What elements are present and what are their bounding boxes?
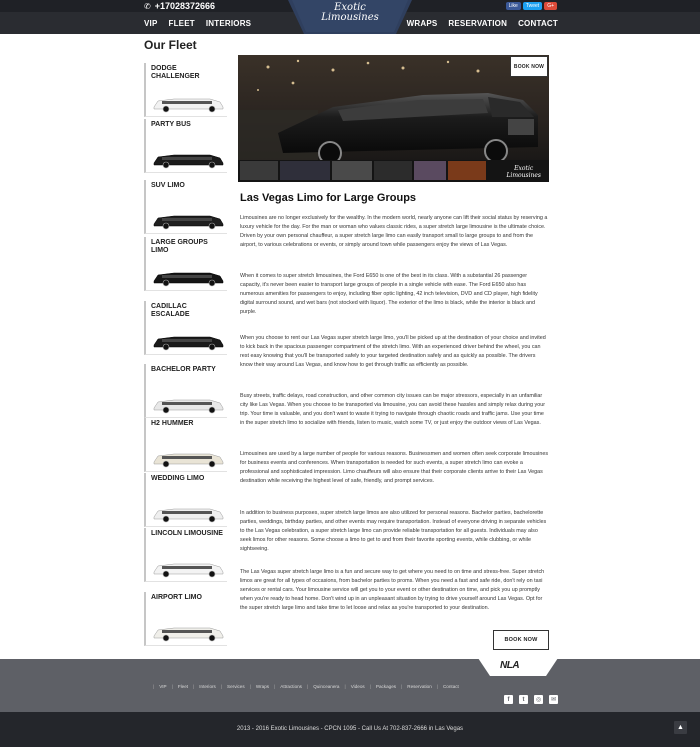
fleet-item-label: WEDDING LIMO bbox=[151, 475, 205, 482]
nav-contact[interactable]: CONTACT bbox=[518, 19, 558, 28]
footer-link[interactable]: Videos bbox=[351, 684, 365, 689]
nav-vip[interactable]: VIP bbox=[144, 19, 158, 28]
footer-link[interactable]: Wraps bbox=[256, 684, 269, 689]
article-paragraph: When you choose to rent our Las Vegas su… bbox=[240, 335, 546, 368]
article-book-now-button[interactable]: BOOK NOW bbox=[493, 630, 549, 650]
footer-link[interactable]: Contact bbox=[443, 684, 459, 689]
fleet-item[interactable]: BACHELOR PARTY bbox=[144, 364, 227, 418]
footer-link-separator: | bbox=[274, 684, 276, 689]
footer-link-separator: | bbox=[306, 684, 309, 689]
fleet-item[interactable]: LARGE GROUPS LIMO bbox=[144, 237, 227, 291]
nav-reservation[interactable]: RESERVATION bbox=[448, 19, 507, 28]
fleet-item-label: DODGE CHALLENGER bbox=[151, 65, 200, 80]
fleet-item-label: CADILLAC ESCALADE bbox=[151, 303, 190, 318]
fleet-vehicle-image bbox=[153, 563, 224, 578]
article-paragraph: Limousines are no longer exclusively for… bbox=[240, 215, 548, 248]
article-paragraph: The Las Vegas super stretch large limo i… bbox=[240, 569, 545, 611]
footer-link-separator: | bbox=[401, 684, 403, 689]
twitter-icon[interactable]: t bbox=[519, 695, 528, 704]
social-share-buttons: Like Tweet G+ bbox=[505, 2, 557, 10]
footer-link[interactable]: VIP bbox=[159, 684, 166, 689]
article-paragraph: Limousines are used by a large number of… bbox=[240, 451, 549, 484]
footer-link[interactable]: Reservation bbox=[407, 684, 432, 689]
fleet-vehicle-image bbox=[153, 336, 224, 351]
fleet-item[interactable]: LINCOLN LIMOUSINE bbox=[144, 528, 227, 582]
fleet-item-label: H2 HUMMER bbox=[151, 420, 194, 427]
nav-right: WRAPS RESERVATION CONTACT bbox=[407, 12, 558, 34]
nav-interiors[interactable]: INTERIORS bbox=[206, 19, 251, 28]
fleet-item[interactable]: DODGE CHALLENGER bbox=[144, 63, 227, 117]
fleet-vehicle-image bbox=[153, 154, 224, 169]
footer-link[interactable]: Services bbox=[227, 684, 245, 689]
fleet-item-label: SUV LIMO bbox=[151, 182, 185, 189]
hero-watermark-line-1: Exotic bbox=[514, 165, 534, 172]
site-logo[interactable]: Exotic Limousines bbox=[288, 0, 412, 34]
article-paragraph: When it comes to super stretch limousine… bbox=[240, 273, 538, 315]
instagram-icon[interactable]: ◎ bbox=[534, 695, 543, 704]
nav-wraps[interactable]: WRAPS bbox=[407, 19, 438, 28]
article-title: Las Vegas Limo for Large Groups bbox=[240, 192, 417, 204]
footer-link-separator: | bbox=[171, 684, 173, 689]
footer-nav: | VIP | Fleet | Interiors | Services | Wraps | Attr… bbox=[148, 684, 459, 689]
fleet-vehicle-image bbox=[153, 98, 224, 113]
footer-link[interactable]: Attractions bbox=[280, 684, 302, 689]
fleet-item[interactable]: AIRPORT LIMO bbox=[144, 592, 227, 646]
footer-link-separator: | bbox=[193, 684, 195, 689]
fleet-vehicle-image bbox=[153, 508, 224, 523]
footer-social: f t ◎ ✉ bbox=[504, 695, 558, 704]
footer-link[interactable]: Fleet bbox=[178, 684, 188, 689]
fleet-vehicle-image bbox=[153, 627, 224, 642]
fleet-item-label: BACHELOR PARTY bbox=[151, 366, 216, 373]
google-plus-button[interactable]: G+ bbox=[544, 2, 557, 10]
footer-link-separator: | bbox=[220, 684, 223, 689]
fleet-item[interactable]: H2 HUMMER bbox=[144, 418, 227, 472]
facebook-icon[interactable]: f bbox=[504, 695, 513, 704]
nav-left: VIP FLEET INTERIORS bbox=[144, 12, 251, 34]
article-paragraph: In addition to business purposes, super … bbox=[240, 510, 547, 552]
hero-watermark-line-2: Limousines bbox=[506, 172, 541, 179]
fleet-item-label: PARTY BUS bbox=[151, 121, 191, 128]
fleet-item[interactable]: WEDDING LIMO bbox=[144, 473, 227, 527]
article-paragraph: Busy streets, traffic delays, road const… bbox=[240, 393, 546, 426]
logo-line-2: Limousines bbox=[321, 12, 379, 23]
fleet-item-label: AIRPORT LIMO bbox=[151, 594, 202, 601]
nla-badge: NLA bbox=[500, 660, 520, 671]
twitter-tweet-button[interactable]: Tweet bbox=[522, 2, 543, 10]
fleet-vehicle-image bbox=[153, 272, 224, 287]
fleet-item[interactable]: PARTY BUS bbox=[144, 119, 227, 173]
footer-link-separator: | bbox=[344, 684, 346, 689]
email-icon[interactable]: ✉ bbox=[549, 695, 558, 704]
fleet-item-label: LARGE GROUPS LIMO bbox=[151, 239, 208, 254]
hero-image: BOOK NOW Exotic Limousines bbox=[238, 55, 549, 182]
copyright-text: 2013 - 2016 Exotic Limousines - CPCN 109… bbox=[236, 726, 464, 732]
nav-fleet[interactable]: FLEET bbox=[169, 19, 195, 28]
fleet-vehicle-image bbox=[153, 453, 224, 468]
footer-link[interactable]: Quinceanera bbox=[313, 684, 339, 689]
page-title: Our Fleet bbox=[144, 38, 197, 52]
phone-icon: ✆ bbox=[144, 1, 151, 11]
footer-link-separator: | bbox=[436, 684, 438, 689]
fleet-item-label: LINCOLN LIMOUSINE bbox=[151, 530, 223, 537]
footer-link-separator: | bbox=[153, 684, 155, 689]
fleet-item[interactable]: CADILLAC ESCALADE bbox=[144, 301, 227, 355]
footer-link-separator: | bbox=[249, 684, 251, 689]
fleet-vehicle-image bbox=[153, 215, 224, 230]
fleet-vehicle-image bbox=[153, 399, 224, 414]
phone-number: +17028372666 bbox=[154, 1, 216, 11]
footer-link-separator: | bbox=[369, 684, 371, 689]
scroll-to-top-button[interactable]: ▲ bbox=[674, 721, 687, 734]
facebook-like-button[interactable]: Like bbox=[505, 2, 521, 10]
fleet-item[interactable]: SUV LIMO bbox=[144, 180, 227, 234]
footer-link[interactable]: Interiors bbox=[199, 684, 216, 689]
phone-link[interactable]: ✆ +17028372666 bbox=[144, 0, 215, 12]
footer-link[interactable]: Packages bbox=[376, 684, 396, 689]
hero-book-now-button[interactable]: BOOK NOW bbox=[510, 56, 548, 77]
